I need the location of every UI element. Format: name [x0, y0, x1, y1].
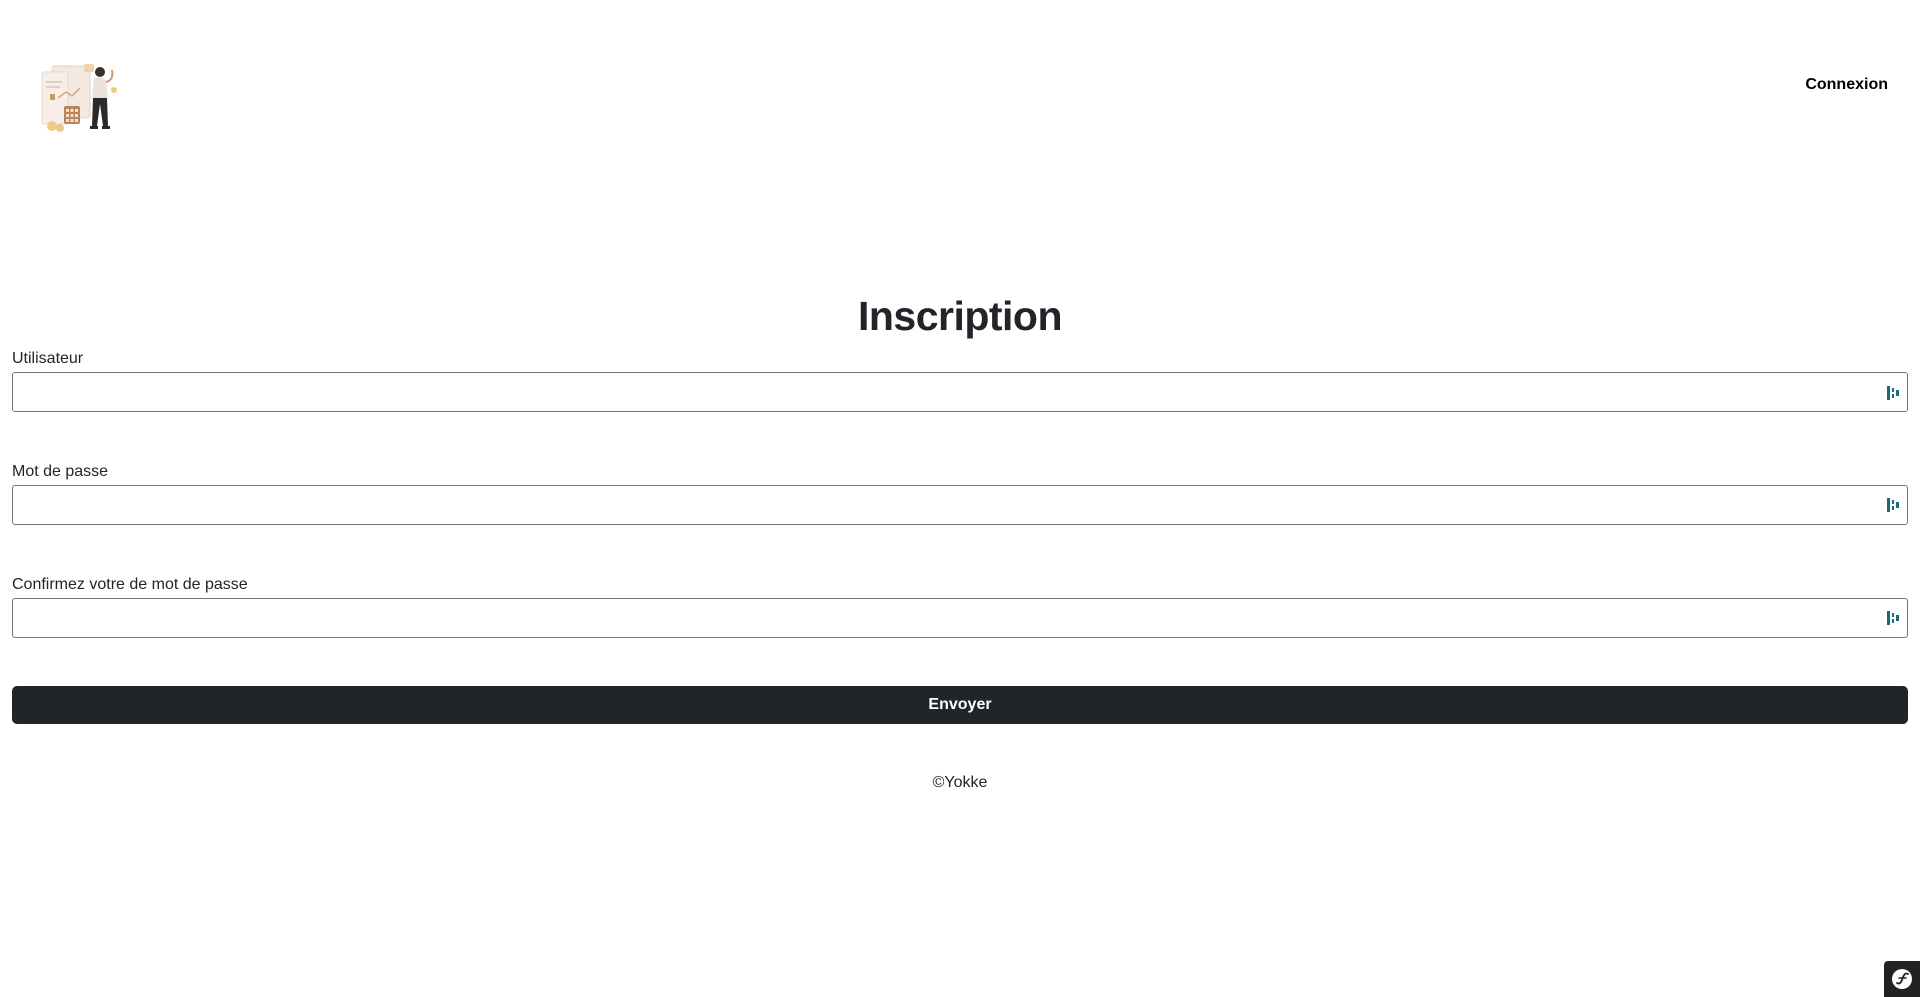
confirm-password-label: Confirmez votre de mot de passe	[12, 576, 248, 593]
confirm-password-input[interactable]	[12, 598, 1908, 638]
footer-copyright: ©Yokke	[932, 774, 988, 791]
page-title: Inscription	[857, 293, 1063, 339]
page: Connexion Inscription Utilisateur Mot de…	[0, 0, 1920, 997]
username-input[interactable]	[12, 372, 1908, 412]
nav-login-link[interactable]: Connexion	[1805, 76, 1888, 94]
password-input[interactable]	[12, 485, 1908, 525]
password-manager-key-icon[interactable]	[1886, 610, 1900, 626]
header: Connexion	[0, 0, 1920, 180]
logo[interactable]	[40, 58, 122, 136]
submit-button[interactable]: Envoyer	[12, 686, 1908, 724]
username-label: Utilisateur	[12, 350, 84, 367]
password-manager-key-icon[interactable]	[1886, 385, 1900, 401]
symfony-toolbar-button[interactable]	[1884, 961, 1920, 997]
symfony-icon	[1892, 969, 1912, 989]
logo-illustration-icon	[41, 64, 117, 132]
password-label: Mot de passe	[12, 463, 109, 480]
password-manager-key-icon[interactable]	[1886, 497, 1900, 513]
